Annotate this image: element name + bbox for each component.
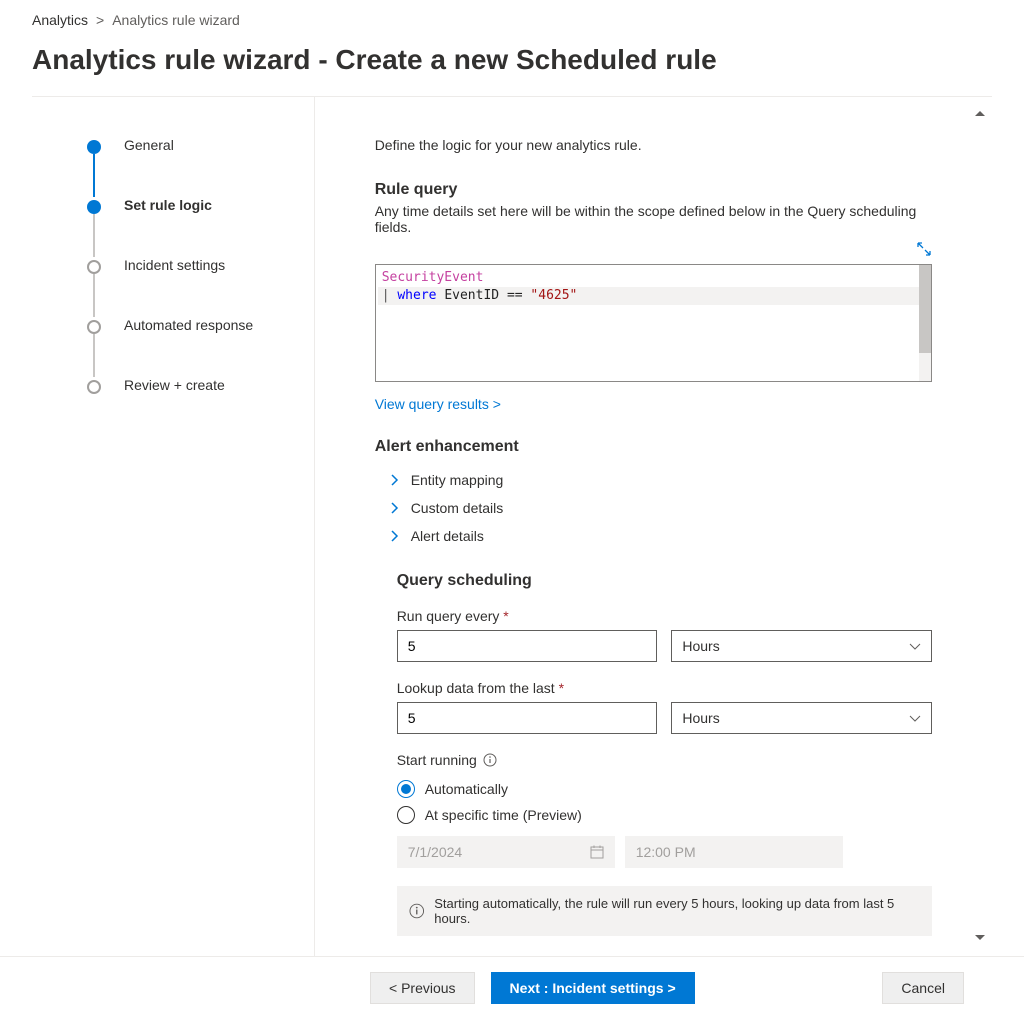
- step-label: General: [124, 137, 174, 153]
- calendar-icon: [590, 845, 604, 859]
- chevron-right-icon: [389, 502, 401, 514]
- breadcrumb-current: Analytics rule wizard: [112, 12, 240, 28]
- info-icon: [409, 903, 425, 919]
- wizard-stepper: General Set rule logic Incident settings…: [32, 97, 315, 956]
- run-every-input[interactable]: [397, 630, 658, 662]
- view-query-results-link[interactable]: View query results >: [375, 396, 501, 412]
- intro-text: Define the logic for your new analytics …: [375, 137, 932, 153]
- scroll-down-icon[interactable]: [974, 930, 986, 946]
- expander-label: Alert details: [411, 528, 484, 544]
- expander-label: Custom details: [411, 500, 504, 516]
- start-running-label: Start running: [397, 752, 477, 768]
- step-circle-todo-icon: [87, 320, 101, 334]
- chevron-down-icon: [909, 712, 921, 724]
- query-op: ==: [507, 288, 523, 303]
- expand-query-icon[interactable]: [916, 241, 932, 260]
- query-table: SecurityEvent: [382, 270, 484, 285]
- query-editor[interactable]: SecurityEvent | where EventID == "4625": [375, 264, 932, 382]
- info-text: Starting automatically, the rule will ru…: [434, 896, 920, 926]
- lookup-label: Lookup data from the last *: [397, 680, 932, 696]
- step-circle-todo-icon: [87, 260, 101, 274]
- breadcrumb-root[interactable]: Analytics: [32, 12, 88, 28]
- scroll-up-icon[interactable]: [974, 107, 986, 123]
- breadcrumb: Analytics > Analytics rule wizard: [0, 0, 1024, 36]
- step-label: Review + create: [124, 377, 225, 393]
- query-scrollbar[interactable]: [919, 265, 931, 381]
- expander-label: Entity mapping: [411, 472, 504, 488]
- radio-automatically[interactable]: Automatically: [397, 780, 932, 798]
- page-title: Analytics rule wizard - Create a new Sch…: [0, 36, 1024, 96]
- expander-alert-details[interactable]: Alert details: [375, 522, 932, 550]
- radio-specific-time[interactable]: At specific time (Preview): [397, 806, 932, 824]
- query-scheduling-title: Query scheduling: [397, 572, 932, 590]
- select-value: Hours: [682, 638, 719, 654]
- lookup-input[interactable]: [397, 702, 658, 734]
- info-icon[interactable]: [483, 753, 497, 767]
- next-button[interactable]: Next : Incident settings >: [491, 972, 695, 1004]
- step-automated-response[interactable]: Automated response: [94, 317, 294, 377]
- radio-icon: [397, 806, 415, 824]
- radio-label: At specific time (Preview): [425, 807, 582, 823]
- lookup-unit-select[interactable]: Hours: [671, 702, 932, 734]
- query-field: EventID: [444, 288, 499, 303]
- chevron-right-icon: [389, 474, 401, 486]
- run-every-unit-select[interactable]: Hours: [671, 630, 932, 662]
- rule-query-title: Rule query: [375, 181, 932, 199]
- step-label: Set rule logic: [124, 197, 212, 213]
- step-incident-settings[interactable]: Incident settings: [94, 257, 294, 317]
- step-general[interactable]: General: [94, 137, 294, 197]
- radio-label: Automatically: [425, 781, 508, 797]
- breadcrumb-sep-icon: >: [96, 12, 104, 28]
- query-value: "4625": [530, 288, 577, 303]
- step-label: Automated response: [124, 317, 253, 333]
- cancel-button[interactable]: Cancel: [882, 972, 964, 1004]
- step-label: Incident settings: [124, 257, 225, 273]
- run-every-label: Run query every *: [397, 608, 932, 624]
- expander-entity-mapping[interactable]: Entity mapping: [375, 466, 932, 494]
- step-circle-todo-icon: [87, 380, 101, 394]
- expander-custom-details[interactable]: Custom details: [375, 494, 932, 522]
- schedule-info-banner: Starting automatically, the rule will ru…: [397, 886, 932, 936]
- alert-enhancement-title: Alert enhancement: [375, 438, 932, 456]
- query-where: where: [397, 288, 436, 303]
- radio-icon: [397, 780, 415, 798]
- start-date-input: 7/1/2024: [397, 836, 615, 868]
- content-scroll[interactable]: Define the logic for your new analytics …: [315, 97, 992, 956]
- date-value: 7/1/2024: [408, 844, 463, 860]
- step-circle-done-icon: [87, 140, 101, 154]
- rule-query-sub: Any time details set here will be within…: [375, 203, 932, 235]
- step-review-create[interactable]: Review + create: [94, 377, 294, 393]
- select-value: Hours: [682, 710, 719, 726]
- step-circle-active-icon: [87, 200, 101, 214]
- chevron-down-icon: [909, 640, 921, 652]
- time-value: 12:00 PM: [636, 844, 696, 860]
- start-time-input: 12:00 PM: [625, 836, 843, 868]
- step-set-rule-logic[interactable]: Set rule logic: [94, 197, 294, 257]
- chevron-right-icon: [389, 530, 401, 542]
- wizard-footer: < Previous Next : Incident settings > Ca…: [0, 956, 1024, 1019]
- previous-button[interactable]: < Previous: [370, 972, 475, 1004]
